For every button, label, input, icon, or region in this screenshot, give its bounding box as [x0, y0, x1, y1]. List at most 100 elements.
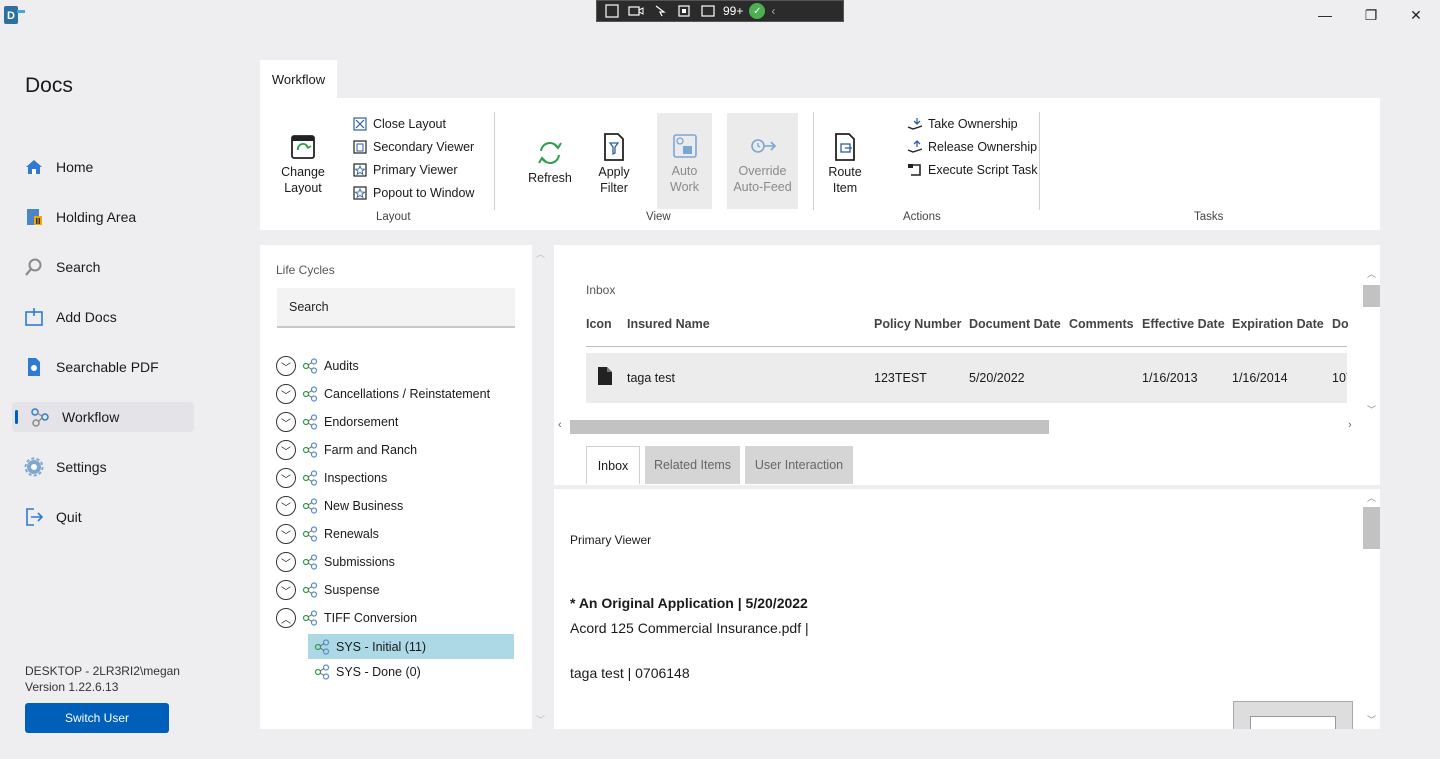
screenshot-icon[interactable]: [603, 3, 621, 19]
grid-vscroll-thumb[interactable]: [1363, 285, 1380, 307]
chevron-down-icon[interactable]: ﹀: [276, 412, 296, 432]
col-effective-date[interactable]: Effective Date: [1142, 317, 1225, 331]
tree-item[interactable]: ﹀ Renewals: [276, 520, 516, 548]
secondary-viewer-button[interactable]: Secondary Viewer: [352, 137, 474, 157]
lifecycles-scrollbar[interactable]: ︿ ﹀: [533, 245, 549, 729]
tree-item[interactable]: ﹀ Inspections: [276, 464, 516, 492]
refresh-button[interactable]: Refresh: [526, 138, 574, 186]
workflow-icon: [302, 498, 318, 514]
scroll-up-icon[interactable]: ︿: [1367, 267, 1376, 280]
nav-label: Quit: [56, 509, 82, 525]
nav-item-workflow[interactable]: Workflow: [12, 402, 194, 432]
document-thumbnail[interactable]: [1233, 701, 1353, 729]
tree-item[interactable]: ﹀ Cancellations / Reinstatement: [276, 380, 516, 408]
popout-icon: [352, 185, 368, 201]
chevron-down-icon[interactable]: ﹀: [276, 384, 296, 404]
scroll-down-icon[interactable]: ﹀: [1367, 713, 1376, 726]
override-label-2: Auto-Feed: [733, 180, 792, 194]
tree-item[interactable]: ﹀ Audits: [276, 352, 516, 380]
window-capture-icon[interactable]: [699, 3, 717, 19]
scroll-down-icon[interactable]: ﹀: [1367, 403, 1376, 416]
apply-filter-button[interactable]: Apply Filter: [590, 132, 638, 196]
col-insured-name[interactable]: Insured Name: [627, 317, 710, 331]
quit-icon: [24, 507, 44, 527]
chevron-down-icon[interactable]: ﹀: [276, 356, 296, 376]
nav-item-searchable-pdf[interactable]: Searchable PDF: [12, 352, 194, 382]
close-button[interactable]: ✕: [1401, 4, 1431, 26]
change-layout-button[interactable]: Change Layout: [276, 132, 330, 196]
viewer-vscroll-thumb[interactable]: [1363, 507, 1380, 549]
nav-item-search[interactable]: Search: [12, 252, 194, 282]
chevron-down-icon[interactable]: ﹀: [276, 468, 296, 488]
workflow-icon: [302, 582, 318, 598]
tree-child-item[interactable]: SYS - Done (0): [308, 659, 514, 684]
grid-hscroll[interactable]: ‹ ›: [558, 419, 1358, 435]
take-ownership-button[interactable]: Take Ownership: [907, 114, 1018, 134]
tree-item[interactable]: ﹀ New Business: [276, 492, 516, 520]
release-ownership-button[interactable]: Release Ownership: [907, 137, 1037, 157]
scroll-up-icon[interactable]: ︿: [1367, 491, 1376, 504]
auto-work-button[interactable]: Auto Work: [657, 113, 712, 209]
tree-item[interactable]: ﹀ Suspense: [276, 576, 516, 604]
nav-item-add-docs[interactable]: Add Docs: [12, 302, 194, 332]
close-layout-button[interactable]: Close Layout: [352, 114, 446, 134]
tree-item[interactable]: ﹀ Submissions: [276, 548, 516, 576]
holding-area-icon: [24, 207, 44, 227]
nav-label: Settings: [56, 459, 107, 475]
primary-viewer-button[interactable]: Primary Viewer: [352, 160, 458, 180]
refresh-icon: [536, 138, 564, 168]
chevron-down-icon[interactable]: ﹀: [276, 524, 296, 544]
scroll-up-icon[interactable]: ︿: [536, 247, 545, 260]
primary-viewer-pane: Primary Viewer * An Original Application…: [554, 489, 1380, 729]
popout-window-button[interactable]: Popout to Window: [352, 183, 474, 203]
tree-item[interactable]: ﹀ Endorsement: [276, 408, 516, 436]
ribbon-tab-workflow[interactable]: Workflow: [260, 60, 337, 98]
region-icon[interactable]: [675, 3, 693, 19]
nav-item-home[interactable]: Home: [12, 152, 194, 182]
scroll-right-icon[interactable]: ›: [1348, 419, 1352, 431]
tree-item-label: Inspections: [324, 471, 388, 485]
col-truncated[interactable]: Do: [1332, 317, 1349, 331]
lifecycles-search-input[interactable]: [277, 288, 515, 328]
tab-related-items[interactable]: Related Items: [645, 446, 740, 484]
video-icon[interactable]: [627, 3, 645, 19]
workflow-icon: [302, 414, 318, 430]
route-item-button[interactable]: Route Item: [824, 132, 866, 196]
switch-user-button[interactable]: Switch User: [25, 703, 169, 733]
tree-child-item[interactable]: SYS - Initial (11): [308, 634, 514, 659]
grid-hscroll-thumb[interactable]: [570, 420, 1049, 434]
tree-item[interactable]: ﹀ Farm and Ranch: [276, 436, 516, 464]
scroll-down-icon[interactable]: ﹀: [536, 713, 545, 726]
minimize-button[interactable]: —: [1310, 4, 1340, 26]
nav-item-holding-area[interactable]: Holding Area: [12, 202, 194, 232]
select-icon[interactable]: [651, 3, 669, 19]
viewer-line-1: Acord 125 Commercial Insurance.pdf |: [570, 620, 809, 636]
notification-count[interactable]: 99+: [723, 4, 743, 18]
chevron-down-icon[interactable]: ﹀: [276, 552, 296, 572]
maximize-button[interactable]: ❐: [1356, 4, 1386, 26]
scroll-left-icon[interactable]: ‹: [558, 419, 562, 431]
col-comments[interactable]: Comments: [1069, 317, 1134, 331]
execute-script-button[interactable]: Execute Script Task: [907, 160, 1038, 180]
chevron-down-icon[interactable]: ﹀: [276, 496, 296, 516]
nav-item-quit[interactable]: Quit: [12, 502, 194, 532]
table-row[interactable]: taga test 123TEST 5/20/2022 1/16/2013 1/…: [586, 353, 1347, 403]
chevron-up-icon[interactable]: ︿: [276, 608, 296, 628]
tree-item[interactable]: ︿ TIFF Conversion: [276, 604, 516, 632]
override-autofeed-button[interactable]: Override Auto-Feed: [727, 113, 798, 209]
col-expiration-date[interactable]: Expiration Date: [1232, 317, 1324, 331]
change-layout-label-2: Layout: [284, 181, 322, 195]
col-icon[interactable]: Icon: [586, 317, 612, 331]
check-icon[interactable]: ✓: [749, 3, 766, 19]
collapse-icon[interactable]: ‹: [771, 4, 775, 18]
tree-item-label: New Business: [324, 499, 404, 513]
tab-user-interaction[interactable]: User Interaction: [745, 446, 853, 484]
document-icon: [598, 367, 612, 388]
nav-item-settings[interactable]: Settings: [12, 452, 194, 482]
chevron-down-icon[interactable]: ﹀: [276, 580, 296, 600]
release-ownership-icon: [907, 139, 923, 155]
chevron-down-icon[interactable]: ﹀: [276, 440, 296, 460]
tab-inbox[interactable]: Inbox: [586, 446, 640, 484]
col-document-date[interactable]: Document Date: [969, 317, 1061, 331]
col-policy-number[interactable]: Policy Number: [874, 317, 962, 331]
